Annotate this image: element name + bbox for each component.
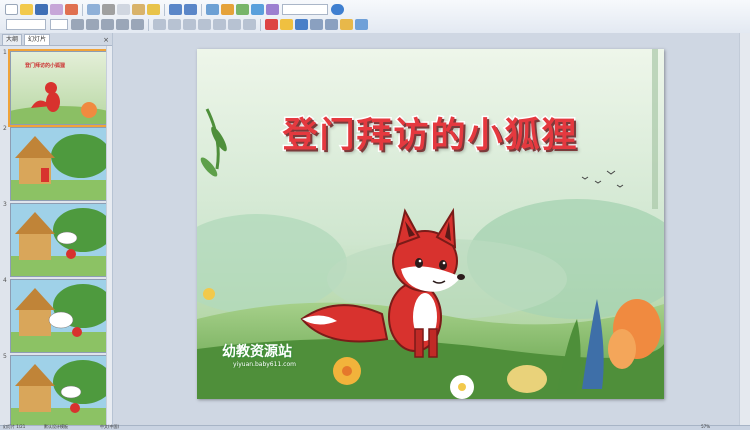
status-bar: 幻灯片 1/21 默认设计模板 中文(中国) 57% — [0, 424, 750, 430]
vertical-scrollbar[interactable] — [739, 33, 750, 425]
pane-scrollbar[interactable] — [106, 46, 112, 425]
thumbnail-image — [10, 203, 108, 277]
insert-picture-icon[interactable] — [236, 4, 249, 15]
underline-icon[interactable] — [101, 19, 114, 30]
toolbar-row-formatting — [4, 17, 369, 32]
house-scene-illustration — [11, 128, 107, 200]
thumbnail-image — [10, 279, 108, 353]
new-icon[interactable] — [5, 4, 18, 15]
toolbar-separator — [148, 18, 149, 31]
toolbar-separator — [164, 3, 165, 16]
font-name-select[interactable] — [6, 19, 46, 30]
font-size-select[interactable] — [50, 19, 68, 30]
italic-icon[interactable] — [86, 19, 99, 30]
align-center-icon[interactable] — [168, 19, 181, 30]
save-icon[interactable] — [35, 4, 48, 15]
toolbar-separator — [201, 3, 202, 16]
print-icon[interactable] — [50, 4, 63, 15]
copy-icon[interactable] — [117, 4, 130, 15]
slide-thumbnail-1[interactable]: 1 登门拜访的小狐狸 — [2, 49, 110, 127]
redo-icon[interactable] — [184, 4, 197, 15]
insert-shape-icon[interactable] — [266, 4, 279, 15]
slide-counter: 幻灯片 1/21 — [3, 424, 26, 429]
fill-icon[interactable] — [280, 19, 293, 30]
toolbar-separator — [260, 18, 261, 31]
arrange-icon[interactable] — [310, 19, 323, 30]
zoom-level[interactable]: 57% — [701, 424, 710, 430]
bold-icon[interactable] — [71, 19, 84, 30]
slide-title[interactable]: 登门拜访的小狐狸 — [197, 107, 664, 158]
font-color-icon[interactable] — [265, 19, 278, 30]
format-painter-icon[interactable] — [147, 4, 160, 15]
new-slide-icon[interactable] — [340, 19, 353, 30]
help-icon[interactable] — [331, 4, 344, 15]
house-scene-illustration — [11, 204, 107, 276]
shadow-icon[interactable] — [131, 19, 144, 30]
line-icon[interactable] — [295, 19, 308, 30]
undo-icon[interactable] — [169, 4, 182, 15]
theme-name: 默认设计模板 — [44, 424, 68, 429]
insert-chart-icon[interactable] — [221, 4, 234, 15]
slide-number: 3 — [3, 201, 7, 208]
watermark-text: 幼教资源站 — [222, 344, 292, 360]
outdent-icon[interactable] — [243, 19, 256, 30]
spell-icon[interactable] — [87, 4, 100, 15]
slide-number: 5 — [3, 353, 7, 360]
slide-canvas[interactable]: 登门拜访的小狐狸 幼教资源站 yiyuan.baby611.com — [197, 49, 664, 399]
slides-pane: 大纲 幻灯片 × 1 登门拜访的小狐狸 2 3 4 5 — [0, 33, 113, 429]
pane-tabs: 大纲 幻灯片 × — [0, 33, 112, 46]
slide-number: 4 — [3, 277, 7, 284]
toolbar-row-standard — [4, 2, 345, 17]
indent-icon[interactable] — [228, 19, 241, 30]
cut-icon[interactable] — [102, 4, 115, 15]
preview-icon[interactable] — [65, 4, 78, 15]
slide-thumbnail-3[interactable]: 3 — [2, 201, 109, 277]
slide-number: 1 — [3, 49, 7, 56]
bullets-icon[interactable] — [198, 19, 211, 30]
toolbar-separator — [82, 3, 83, 16]
design-icon[interactable] — [355, 19, 368, 30]
toolbar — [0, 0, 750, 34]
language-indicator: 中文(中国) — [100, 424, 120, 429]
close-icon[interactable]: × — [103, 35, 109, 45]
tab-slides[interactable]: 幻灯片 — [24, 34, 51, 45]
house-scene-illustration — [11, 280, 107, 352]
slide-layout-icon[interactable] — [325, 19, 338, 30]
slide-thumbnail-2[interactable]: 2 — [2, 125, 109, 201]
zoom-select[interactable] — [282, 4, 328, 15]
numbering-icon[interactable] — [213, 19, 226, 30]
thumbnail-image — [10, 355, 108, 429]
watermark-url: yiyuan.baby611.com — [233, 361, 296, 368]
slide-number: 2 — [3, 125, 7, 132]
insert-table-icon[interactable] — [206, 4, 219, 15]
paste-icon[interactable] — [132, 4, 145, 15]
thumbnail-title: 登门拜访的小狐狸 — [25, 63, 66, 69]
slide-thumbnail-5[interactable]: 5 — [2, 353, 109, 429]
align-right-icon[interactable] — [183, 19, 196, 30]
fox-illustration — [300, 207, 465, 358]
tab-outline[interactable]: 大纲 — [2, 34, 23, 45]
house-scene-illustration — [11, 356, 107, 428]
open-icon[interactable] — [20, 4, 33, 15]
align-left-icon[interactable] — [153, 19, 166, 30]
thumbnail-image: 登门拜访的小狐狸 — [8, 49, 110, 127]
slide-thumbnail-4[interactable]: 4 — [2, 277, 109, 353]
thumbnail-image — [10, 127, 108, 201]
slide-editor: 登门拜访的小狐狸 幼教资源站 yiyuan.baby611.com — [113, 33, 750, 425]
insert-textbox-icon[interactable] — [251, 4, 264, 15]
strike-icon[interactable] — [116, 19, 129, 30]
